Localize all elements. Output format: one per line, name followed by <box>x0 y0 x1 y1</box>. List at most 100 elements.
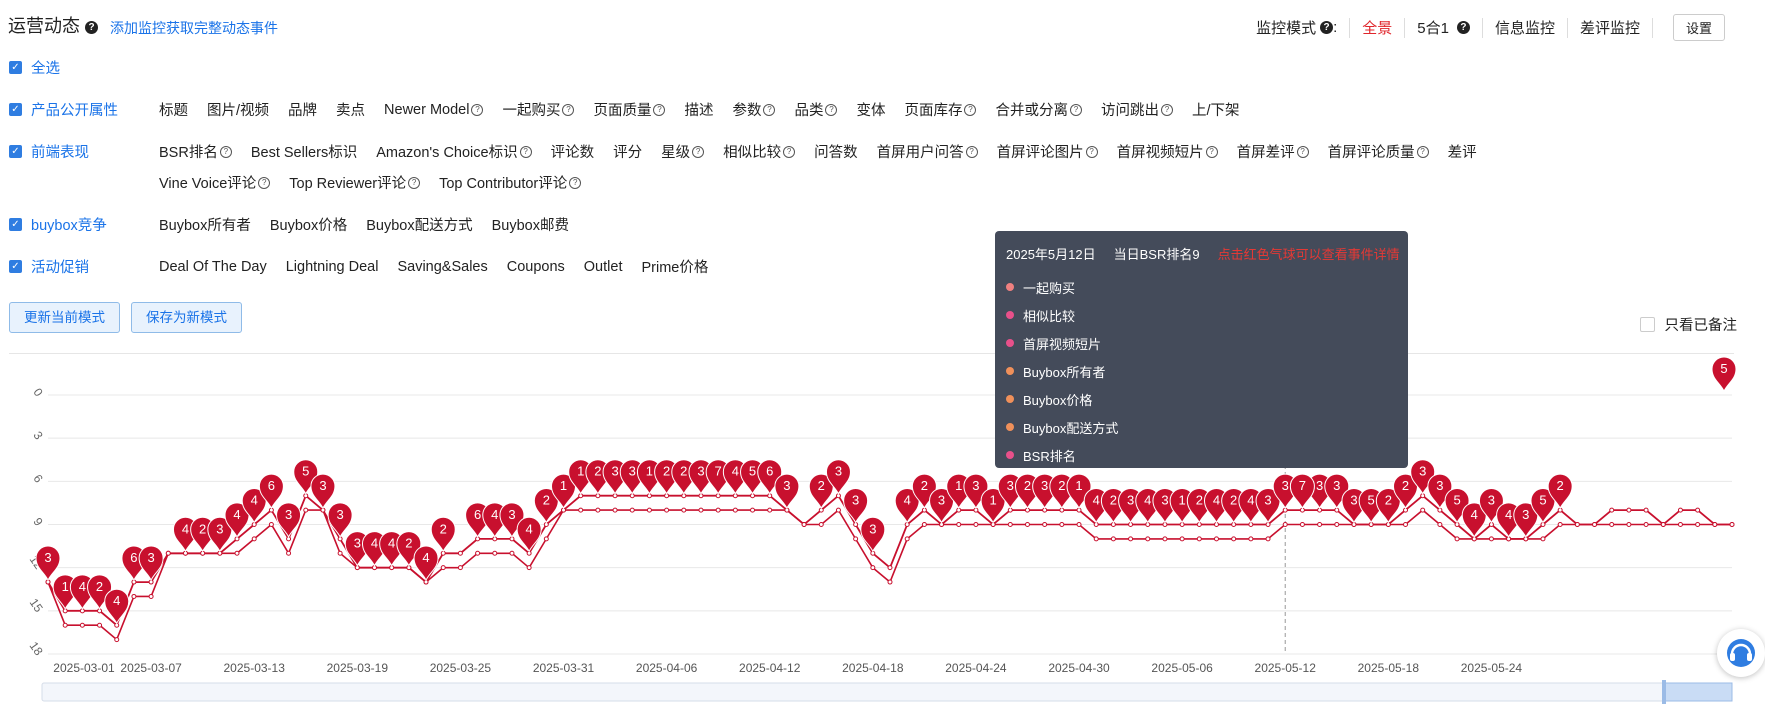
balloon-count[interactable]: 6 <box>130 550 137 565</box>
zoom-slider-handle[interactable] <box>1664 682 1733 702</box>
checkbox-checked-icon[interactable]: ✓ <box>9 260 22 273</box>
balloon-count[interactable]: 3 <box>1350 493 1357 508</box>
question-circle-icon[interactable]: ? <box>1456 21 1470 34</box>
balloon-count[interactable]: 3 <box>1333 478 1340 493</box>
checkbox-checked-icon[interactable]: ✓ <box>9 145 22 158</box>
help-icon[interactable]: ? <box>825 103 838 116</box>
balloon-count[interactable]: 2 <box>1110 493 1117 508</box>
event-type-option[interactable]: 首屏视频短片? <box>1117 141 1218 162</box>
balloon-count[interactable]: 3 <box>835 464 842 479</box>
select-all-label[interactable]: 全选 <box>31 57 60 78</box>
balloon-count[interactable]: 4 <box>388 536 395 551</box>
mode-bad-review-monitor[interactable]: 差评监控 <box>1580 17 1640 38</box>
balloon-count[interactable]: 4 <box>526 521 533 536</box>
balloon-count[interactable]: 3 <box>852 493 859 508</box>
balloon-count[interactable]: 3 <box>629 464 636 479</box>
balloon-count[interactable]: 4 <box>1144 493 1151 508</box>
balloon-count[interactable]: 2 <box>440 521 447 536</box>
balloon-count[interactable]: 4 <box>491 507 498 522</box>
event-type-option[interactable]: 品牌 <box>288 99 317 120</box>
event-balloon[interactable]: 3 <box>843 488 869 524</box>
balloon-count[interactable]: 3 <box>216 521 223 536</box>
event-type-option[interactable]: Best Sellers标识 <box>251 141 357 162</box>
balloon-count[interactable]: 4 <box>233 507 240 522</box>
event-type-option[interactable]: Buybox邮费 <box>492 214 569 235</box>
event-type-option[interactable]: 品类? <box>794 99 838 120</box>
balloon-count[interactable]: 3 <box>1419 464 1426 479</box>
event-type-option[interactable]: 一起购买? <box>502 99 575 120</box>
balloon-count[interactable]: 2 <box>663 464 670 479</box>
event-type-option[interactable]: Buybox所有者 <box>159 214 251 235</box>
balloon-count[interactable]: 4 <box>904 493 911 508</box>
balloon-count[interactable]: 3 <box>354 536 361 551</box>
question-circle-icon[interactable]: ? <box>1320 21 1334 34</box>
balloon-count[interactable]: 5 <box>1453 493 1460 508</box>
balloon-count[interactable]: 4 <box>79 579 86 594</box>
balloon-count[interactable]: 3 <box>1522 507 1529 522</box>
event-type-option[interactable]: Buybox配送方式 <box>366 214 472 235</box>
checkbox-checked-icon[interactable]: ✓ <box>9 218 22 231</box>
category-label[interactable]: 产品公开属性 <box>31 99 118 120</box>
event-type-option[interactable]: 问答数 <box>814 141 858 162</box>
balloon-count[interactable]: 2 <box>1058 478 1065 493</box>
help-icon[interactable]: ? <box>258 176 271 189</box>
help-icon[interactable]: ? <box>1205 145 1218 158</box>
balloon-count[interactable]: 4 <box>1213 493 1220 508</box>
help-icon[interactable]: ? <box>965 145 978 158</box>
balloon-count[interactable]: 5 <box>1368 493 1375 508</box>
balloon-count[interactable]: 3 <box>1041 478 1048 493</box>
balloon-count[interactable]: 4 <box>732 464 739 479</box>
category-label[interactable]: 前端表现 <box>31 141 89 162</box>
customer-service-button[interactable] <box>1717 629 1765 677</box>
balloon-count[interactable]: 3 <box>508 507 515 522</box>
balloon-count[interactable]: 3 <box>972 478 979 493</box>
help-icon[interactable]: ? <box>692 145 705 158</box>
help-icon[interactable]: ? <box>408 176 421 189</box>
balloon-count[interactable]: 2 <box>199 521 206 536</box>
category-buybox[interactable]: ✓ buybox竞争 <box>9 214 107 235</box>
event-type-option[interactable]: 图片/视频 <box>207 99 269 120</box>
event-type-option[interactable]: 访问跳出? <box>1101 99 1173 120</box>
balloon-count[interactable]: 3 <box>1264 493 1271 508</box>
balloon-count[interactable]: 4 <box>371 536 378 551</box>
balloon-count[interactable]: 3 <box>783 478 790 493</box>
balloon-count[interactable]: 4 <box>422 550 429 565</box>
help-icon[interactable]: ? <box>653 103 666 116</box>
event-balloon[interactable]: 7 <box>1289 473 1315 510</box>
update-mode-button[interactable]: 更新当前模式 <box>9 302 120 333</box>
balloon-count[interactable]: 2 <box>1385 493 1392 508</box>
event-type-option[interactable]: Prime价格 <box>641 256 708 277</box>
balloon-count[interactable]: 2 <box>594 464 601 479</box>
event-type-option[interactable]: Vine Voice评论? <box>159 172 271 193</box>
balloon-count[interactable]: 4 <box>1505 507 1512 522</box>
event-type-option[interactable]: Newer Model? <box>384 99 484 120</box>
event-type-option[interactable]: 评论数 <box>551 141 595 162</box>
category-label[interactable]: buybox竞争 <box>31 214 107 235</box>
event-balloon[interactable]: 2 <box>430 516 456 553</box>
balloon-count[interactable]: 4 <box>251 493 258 508</box>
event-type-option[interactable]: 上/下架 <box>1192 99 1240 120</box>
balloon-count[interactable]: 1 <box>1075 478 1082 493</box>
help-icon[interactable]: ? <box>964 103 977 116</box>
event-type-option[interactable]: 描述 <box>684 99 713 120</box>
balloon-count[interactable]: 2 <box>1557 478 1564 493</box>
category-promotions[interactable]: ✓ 活动促销 <box>9 256 89 277</box>
balloon-count[interactable]: 3 <box>938 493 945 508</box>
event-type-option[interactable]: 页面质量? <box>593 99 666 120</box>
balloon-count[interactable]: 2 <box>1196 493 1203 508</box>
checkbox-checked-icon[interactable]: ✓ <box>9 103 22 116</box>
help-icon[interactable]: ? <box>1085 145 1098 158</box>
category-product-attrs[interactable]: ✓ 产品公开属性 <box>9 99 118 120</box>
balloon-count[interactable]: 2 <box>818 478 825 493</box>
balloon-count[interactable]: 3 <box>1282 478 1289 493</box>
event-type-option[interactable]: 差评 <box>1448 141 1477 162</box>
event-type-option[interactable]: Top Contributor评论? <box>439 172 582 193</box>
balloon-count[interactable]: 3 <box>1488 493 1495 508</box>
balloon-count[interactable]: 1 <box>989 493 996 508</box>
balloon-count[interactable]: 3 <box>147 550 154 565</box>
balloon-count[interactable]: 2 <box>1402 478 1409 493</box>
balloon-count[interactable]: 6 <box>474 507 481 522</box>
event-type-option[interactable]: 参数? <box>732 99 776 120</box>
balloon-count[interactable]: 6 <box>766 464 773 479</box>
add-monitor-link[interactable]: 添加监控获取完整动态事件 <box>110 18 278 38</box>
